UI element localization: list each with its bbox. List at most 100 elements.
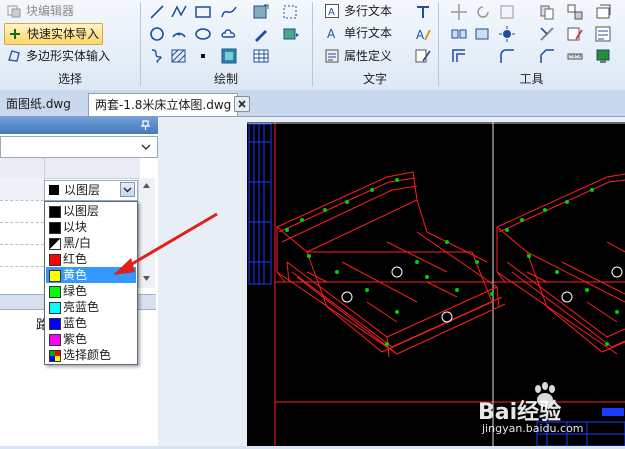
color-swatch [49,302,61,314]
watermark-url: jingyan.baidu.com [482,422,584,435]
array-tool-icon[interactable] [450,25,468,43]
document-tab-strip: 面图纸.dwg 两套-1.8米床立体图.dwg [0,90,625,117]
attribute-define-label: 属性定义 [344,49,393,63]
pin-icon[interactable] [140,120,151,131]
chevron-down-icon [141,144,151,150]
color-swatch [49,206,61,218]
text-pen-icon[interactable] [414,47,432,65]
circle-tool-icon[interactable] [148,25,166,43]
ellipse-tool-icon[interactable] [194,25,212,43]
text-edit-icon[interactable]: A [414,25,432,43]
fillet-tool-icon[interactable] [498,47,516,65]
region-tool-icon[interactable] [282,3,300,21]
option-label: 以图层 [63,204,100,218]
single-text-icon: A [327,27,336,40]
attribute-define-button[interactable]: 属性定义 [322,46,395,66]
color-option-magenta[interactable]: 紫色 [46,331,136,347]
rectangle-tool-icon[interactable] [194,3,212,21]
block-editor-button[interactable]: 块编辑器 [4,1,77,21]
explode-tool-icon[interactable] [498,25,516,43]
cloud-tool-icon[interactable] [220,25,238,43]
color-option-green[interactable]: 绿色 [46,283,136,299]
table-tool-icon[interactable] [252,47,270,65]
option-label: 以块 [63,220,88,234]
option-label: 黄色 [63,268,88,282]
property-grid-header [0,158,140,179]
chamfer-tool-icon[interactable] [538,47,556,65]
ribbon: 块编辑器 快速实体导入 多边形实体输入 选择 绘制 A 多行文本 A 单行文本 … [0,0,625,91]
tab-bed-drawing[interactable]: 两套-1.8米床立体图.dwg [88,93,239,116]
tab-floor-plan[interactable]: 面图纸.dwg [0,93,77,115]
arc-tool-icon[interactable] [170,25,188,43]
polygon-input-button[interactable]: 多边形实体输入 [4,46,113,66]
edit-tool-icon[interactable] [566,25,584,43]
option-label: 亮蓝色 [63,300,100,314]
triangle-up-icon [143,183,150,188]
tab-label: 面图纸.dwg [6,97,71,111]
scroll-up-arrow[interactable] [141,180,152,192]
scale-tool-icon[interactable] [498,3,516,21]
grid-row-line [0,244,44,246]
color-swatch [49,318,61,330]
single-text-button[interactable]: A 单行文本 [322,23,395,43]
mirror-tool-icon[interactable] [474,25,492,43]
offset-tool-icon[interactable] [450,47,468,65]
watermark: Bai经验 jingyan.baidu.com [478,380,618,440]
option-label: 紫色 [63,332,88,346]
layers-tool-icon[interactable] [594,3,612,21]
point-tool-icon[interactable] [194,47,212,65]
measure-tool-icon[interactable] [566,47,584,65]
grid-row-line [0,200,44,202]
hatch-tool-icon[interactable] [252,3,270,21]
property-name-cell [0,178,44,200]
multiline-text-button[interactable]: A 多行文本 [322,1,395,21]
color-combo-value: 以图层 [64,183,101,197]
move-tool-icon[interactable] [450,3,468,21]
color-option-select-color[interactable]: 选择颜色 [46,347,136,363]
chevron-down-icon [123,187,132,193]
group-tool-icon[interactable] [566,3,584,21]
spline-tool-icon[interactable] [220,3,238,21]
color-swatch [49,334,61,346]
polyline-tool-icon[interactable] [170,3,188,21]
drawing-border-strip [248,123,272,285]
option-label: 蓝色 [63,316,88,330]
color-swatch [49,185,59,195]
image-tool-icon[interactable] [282,25,300,43]
trim-tool-icon[interactable] [538,25,556,43]
object-selector-combo[interactable] [0,136,158,158]
svg-text:A: A [328,7,335,18]
svg-text:A: A [416,28,425,42]
text-group-label: 文字 [362,72,387,86]
quick-import-label: 快速实体导入 [27,27,100,41]
color-swatch [49,270,61,282]
bed-drawing-right-annotations [505,188,619,346]
grid-row-line [0,266,44,268]
bed-drawing-left [276,171,506,358]
pen-tool-icon[interactable] [252,25,270,43]
multiline-text-icon: A [325,4,339,18]
color-option-blue[interactable]: 蓝色 [46,315,136,331]
properties-tool-icon[interactable] [594,25,612,43]
color-combo[interactable]: 以图层 [44,180,138,201]
combo-dropdown-button[interactable] [120,182,135,197]
line-tool-icon[interactable] [148,3,166,21]
color-option-cyan[interactable]: 亮蓝色 [46,299,136,315]
option-label: 黑/白 [63,236,92,250]
purge-tool-icon[interactable] [594,47,612,65]
block-editor-icon [7,5,21,18]
tab-label: 两套-1.8米床立体图.dwg [95,98,232,112]
close-tab-button[interactable] [234,96,250,112]
hatch-pattern-icon[interactable] [170,47,188,65]
rotate-tool-icon[interactable] [474,3,492,21]
option-label: 红色 [63,252,88,266]
copy-tool-icon[interactable] [538,3,556,21]
multiline-text-label: 多行文本 [344,4,393,18]
option-label: 绿色 [63,284,88,298]
block-editor-label: 块编辑器 [26,4,75,18]
quick-import-button[interactable]: 快速实体导入 [4,23,104,45]
text-style-icon[interactable] [414,3,432,21]
insert-block-icon[interactable] [220,47,238,65]
freehand-tool-icon[interactable] [148,47,166,65]
panel-header [0,117,158,134]
